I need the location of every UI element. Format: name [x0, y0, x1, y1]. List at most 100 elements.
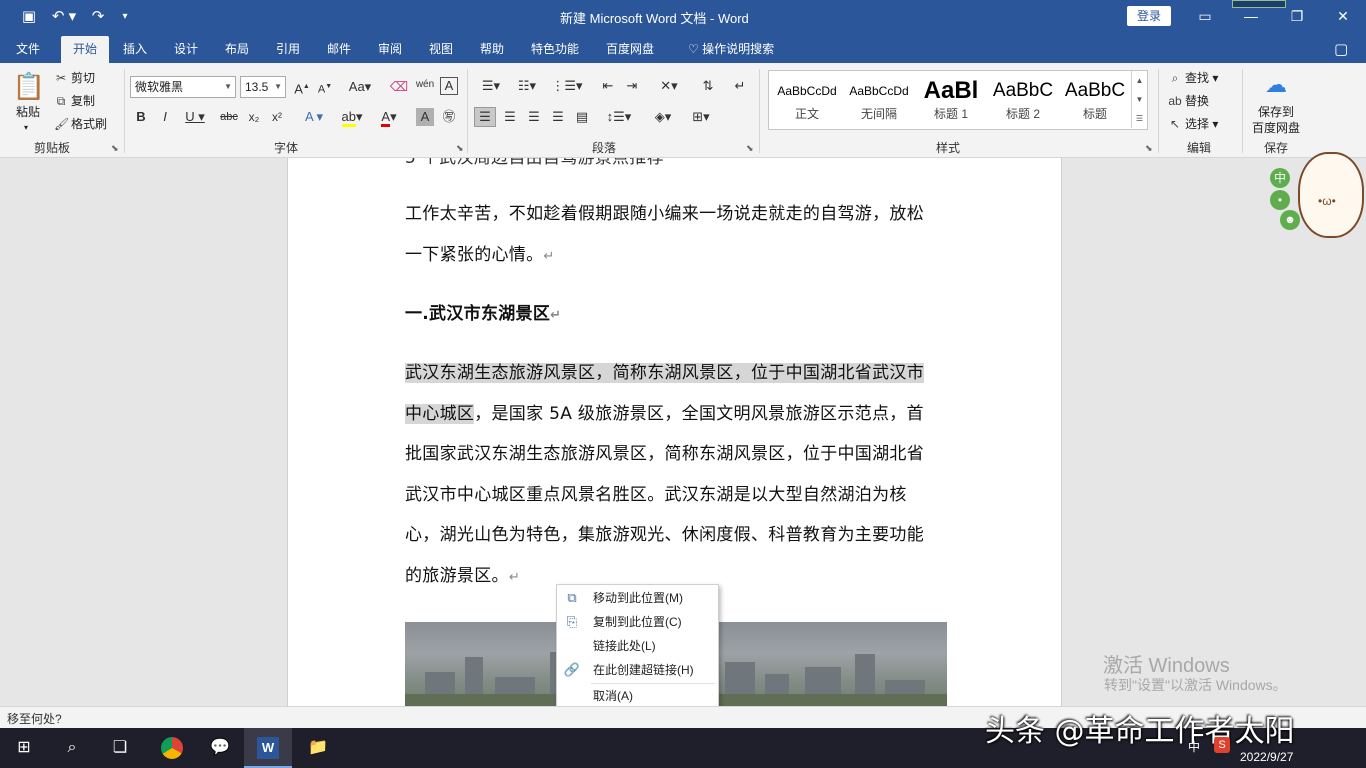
shrink-font-icon[interactable]: A▼ [316, 78, 334, 99]
comments-icon[interactable]: ▢ [1326, 36, 1356, 63]
highlight-color-icon[interactable]: ab▾ [336, 108, 368, 127]
menu-create-hyperlink[interactable]: 🔗 在此创建超链接(H) [557, 658, 718, 682]
group-divider [759, 69, 760, 153]
font-name-combo[interactable]: 微软雅黑 ▼ [130, 76, 236, 98]
ime-language-indicator[interactable]: 中 [1188, 738, 1200, 755]
style-no-spacing[interactable]: AaBbCcDd 无间隔 [843, 71, 915, 129]
tab-home[interactable]: 开始 [61, 36, 109, 63]
change-case-icon[interactable]: Aa▾ [344, 78, 376, 96]
cut-button[interactable]: ✂ 剪切 [54, 69, 95, 87]
menu-cancel[interactable]: 取消(A) [557, 684, 718, 708]
save-icon[interactable]: ▣ [16, 6, 42, 28]
taskbar-date[interactable]: 2022/9/27 [1240, 750, 1293, 764]
distributed-icon[interactable]: ▤ [572, 108, 592, 126]
replace-button[interactable]: ab 替换 [1168, 92, 1209, 110]
redo-icon[interactable]: ↷ [86, 6, 110, 28]
ribbon-display-icon[interactable]: ▭ [1182, 0, 1228, 33]
ime-chinese-icon[interactable]: 中 [1270, 168, 1290, 188]
chinese-layout-icon[interactable]: ✕▾ [654, 77, 684, 95]
close-button[interactable]: ✕ [1320, 0, 1366, 33]
wechat-icon[interactable]: 💬 [196, 728, 244, 768]
tab-layout[interactable]: 布局 [217, 36, 257, 63]
mascot-icon[interactable]: •ω• [1298, 152, 1364, 238]
menu-copy-here[interactable]: ⎘ 复制到此位置(C) [557, 610, 718, 634]
tell-me-search[interactable]: ♡ 操作说明搜索 [680, 36, 782, 63]
enclose-characters-icon[interactable]: ㊢ [440, 108, 458, 126]
paste-icon[interactable]: 📋 [12, 69, 46, 103]
undo-icon[interactable]: ↶ ▾ [48, 6, 80, 28]
borders-icon[interactable]: ⊞▾ [686, 108, 716, 126]
find-button[interactable]: ⌕ 查找 ▾ [1168, 69, 1219, 87]
strikethrough-icon[interactable]: abc [218, 108, 240, 126]
font-launcher-icon[interactable]: ⬊ [456, 143, 464, 154]
tab-file[interactable]: 文件 [8, 36, 48, 63]
format-painter-button[interactable]: 🖌 格式刷 [54, 115, 107, 133]
shading-icon[interactable]: ◈▾ [648, 108, 678, 126]
style-normal[interactable]: AaBbCcDd 正文 [771, 71, 843, 129]
clipboard-launcher-icon[interactable]: ⬊ [111, 143, 119, 154]
tab-features[interactable]: 特色功能 [523, 36, 587, 63]
align-center-icon[interactable]: ☰ [500, 108, 520, 126]
underline-icon[interactable]: U ▾ [182, 108, 208, 126]
tab-design[interactable]: 设计 [166, 36, 206, 63]
ime-skin-icon[interactable]: ☻ [1280, 210, 1300, 230]
paste-dropdown-icon[interactable]: ▾ [24, 119, 28, 137]
multilevel-list-icon[interactable]: ⋮☰▾ [550, 77, 584, 95]
phonetic-guide-icon[interactable]: wén [414, 76, 436, 94]
font-color-icon[interactable]: A▾ [374, 108, 404, 127]
chrome-icon[interactable] [148, 728, 196, 768]
styles-launcher-icon[interactable]: ⬊ [1145, 143, 1153, 154]
increase-indent-icon[interactable]: ⇥ [622, 77, 642, 95]
styles-scroll-down-icon[interactable]: ▼ [1131, 90, 1147, 109]
menu-move-here[interactable]: ⧉ 移动到此位置(M) [557, 586, 718, 610]
save-to-pan-line2[interactable]: 百度网盘 [1252, 119, 1300, 137]
show-marks-icon[interactable]: ↵ [730, 77, 750, 95]
tab-references[interactable]: 引用 [268, 36, 308, 63]
floating-ime-widget[interactable]: 中 • ☻ •ω• [1268, 140, 1366, 250]
tab-baidu-pan[interactable]: 百度网盘 [598, 36, 662, 63]
align-left-icon[interactable]: ☰ [474, 107, 496, 127]
numbering-icon[interactable]: ☷▾ [512, 77, 542, 95]
character-border-icon[interactable]: A [440, 77, 458, 95]
text-effects-icon[interactable]: A ▾ [300, 108, 328, 126]
superscript-icon[interactable]: x² [268, 108, 286, 126]
select-button[interactable]: ↖ 选择 ▾ [1168, 115, 1218, 133]
customize-qat-icon[interactable]: ▾ [116, 6, 134, 28]
login-button[interactable]: 登录 [1127, 6, 1171, 26]
ime-punct-icon[interactable]: • [1270, 190, 1290, 210]
styles-more-icon[interactable]: ☰ [1131, 109, 1147, 128]
style-title[interactable]: AaBbC 标题 [1059, 71, 1131, 129]
task-view-icon[interactable]: ❏ [96, 728, 144, 768]
justify-icon[interactable]: ☰ [548, 108, 568, 126]
clear-formatting-icon[interactable]: ⌫ [389, 78, 409, 96]
styles-scroll-up-icon[interactable]: ▲ [1131, 71, 1147, 90]
paragraph-launcher-icon[interactable]: ⬊ [746, 143, 754, 154]
tab-help[interactable]: 帮助 [472, 36, 512, 63]
word-taskbar-icon[interactable]: W [244, 728, 292, 768]
search-icon[interactable]: ⌕ [48, 728, 96, 768]
style-heading1[interactable]: AaBl 标题 1 [915, 71, 987, 129]
tab-mailings[interactable]: 邮件 [319, 36, 359, 63]
font-size-combo[interactable]: 13.5 ▼ [240, 76, 286, 98]
sogou-ime-icon[interactable]: S [1214, 737, 1230, 753]
start-button[interactable]: ⊞ [0, 728, 48, 768]
decrease-indent-icon[interactable]: ⇤ [598, 77, 618, 95]
tab-insert[interactable]: 插入 [115, 36, 155, 63]
line-spacing-icon[interactable]: ↕☰▾ [604, 108, 634, 126]
copy-button[interactable]: ⧉ 复制 [54, 92, 95, 110]
bullets-icon[interactable]: ☰▾ [476, 77, 506, 95]
grow-font-icon[interactable]: A▲ [293, 78, 311, 98]
align-right-icon[interactable]: ☰ [524, 108, 544, 126]
font-name-value: 微软雅黑 [135, 80, 184, 94]
tab-view[interactable]: 视图 [421, 36, 461, 63]
sort-icon[interactable]: ⇅ [698, 77, 718, 95]
menu-link-here[interactable]: 链接此处(L) [557, 634, 718, 658]
bold-icon[interactable]: B [134, 108, 148, 126]
file-explorer-icon[interactable]: 📁 [294, 728, 342, 768]
baidu-pan-icon[interactable]: ☁ [1261, 71, 1291, 99]
subscript-icon[interactable]: x₂ [245, 108, 263, 126]
tab-review[interactable]: 审阅 [370, 36, 410, 63]
style-heading2[interactable]: AaBbC 标题 2 [987, 71, 1059, 129]
character-shading-icon[interactable]: A [416, 108, 434, 126]
italic-icon[interactable]: I [158, 108, 172, 126]
